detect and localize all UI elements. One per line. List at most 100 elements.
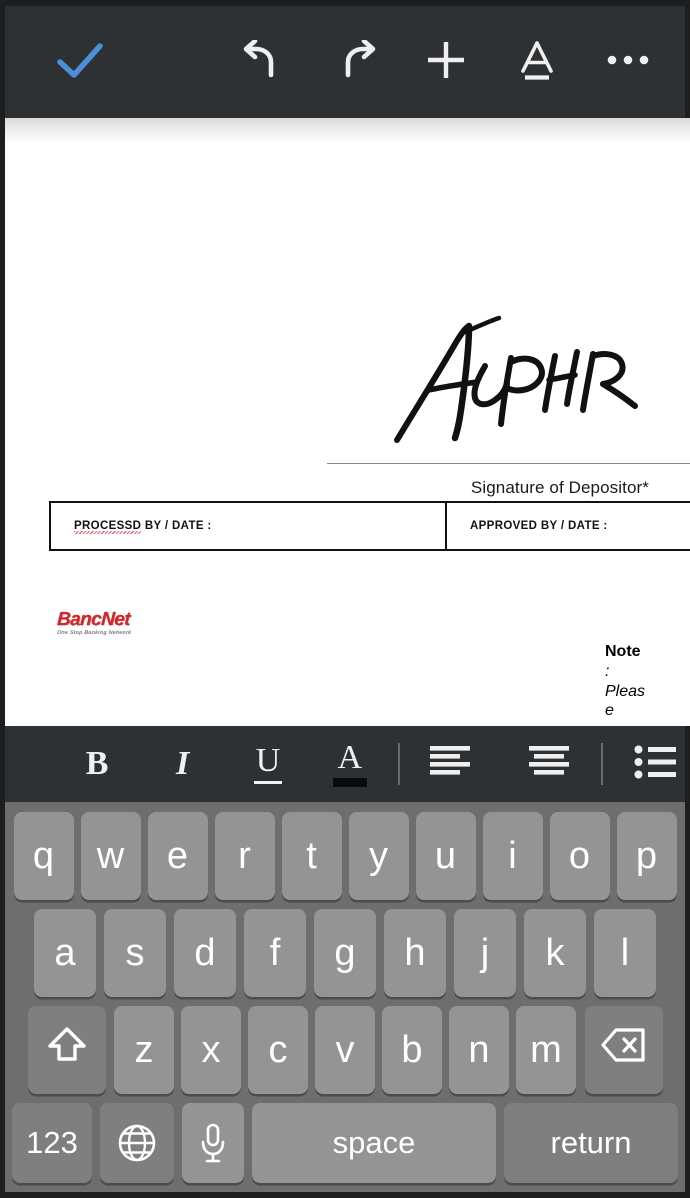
overflow-menu-icon [606,53,650,72]
shift-arrow-icon [46,1024,88,1076]
key-d[interactable]: d [174,909,236,997]
processing-table: PROCESSD BY / DATE : APPROVED BY / DATE … [49,501,690,551]
italic-button[interactable]: I [153,734,212,794]
underline-icon: U [255,741,281,779]
signature-rule-line [327,463,690,464]
approved-by-prefix: APPROVED [470,520,538,532]
backspace-delete-icon [600,1027,647,1073]
redo-icon [333,38,377,85]
key-w[interactable]: w [80,812,141,900]
key-z[interactable]: z [114,1006,174,1094]
key-y[interactable]: y [348,812,409,900]
depositor-signature [377,314,657,464]
key-a[interactable]: a [34,909,96,997]
key-g[interactable]: g [314,909,376,997]
language-key[interactable] [100,1103,174,1183]
redo-button[interactable] [324,31,386,93]
return-key[interactable]: return [504,1103,678,1183]
toolbar-divider-2 [601,743,604,785]
undo-icon [242,38,286,85]
key-h[interactable]: h [384,909,446,997]
app-screen: Signature of Depositor* PROCESSD BY / DA… [0,0,690,1198]
note-title: Note [605,643,641,660]
key-v[interactable]: v [315,1006,375,1094]
align-center-button[interactable] [520,734,579,794]
key-x[interactable]: x [181,1006,241,1094]
plus-icon [424,38,468,87]
key-b[interactable]: b [382,1006,442,1094]
key-l[interactable]: l [594,909,656,997]
key-j[interactable]: j [454,909,516,997]
bancnet-logo: BancNet One Stop Banking Network [56,609,153,642]
align-left-button[interactable] [421,734,480,794]
key-q[interactable]: q [13,812,74,900]
text-format-A-icon [517,38,557,87]
key-f[interactable]: f [244,909,306,997]
on-screen-keyboard: q w e r t y u i o p a s d f g h j k l z … [0,802,690,1198]
align-left-icon [428,744,472,785]
toolbar-drop-shadow [5,118,690,144]
top-toolbar [0,0,690,118]
bulleted-list-icon [634,745,678,784]
misspelled-word-processd: PROCESSD [74,520,142,536]
numbers-key[interactable]: 123 [12,1103,92,1183]
bancnet-tagline: One Stop Banking Network [56,630,132,636]
dictation-key[interactable] [182,1103,244,1183]
globe-language-icon [116,1122,158,1164]
align-center-icon [527,744,571,785]
document-page: Signature of Depositor* PROCESSD BY / DA… [5,118,690,726]
space-key[interactable]: space [252,1103,496,1183]
processed-by-label: PROCESSD BY / DATE : [74,520,212,536]
text-color-A-icon: A [337,739,363,776]
processed-by-suffix: BY / DATE : [141,520,212,532]
backspace-key[interactable] [584,1006,663,1094]
note-line-0: Pleas [605,682,646,700]
key-i[interactable]: i [482,812,543,900]
key-u[interactable]: u [415,812,476,900]
note-block[interactable]: Note : Pleas e pres ent 1 Valid ID with … [605,642,655,726]
document-viewport[interactable]: Signature of Depositor* PROCESSD BY / DA… [0,118,690,726]
note-line-1: e [605,702,614,720]
key-s[interactable]: s [104,909,166,997]
note-colon: : [605,662,610,680]
bold-icon: B [85,745,109,782]
approved-by-label: APPROVED BY / DATE : [470,520,608,532]
key-c[interactable]: c [248,1006,308,1094]
underline-button[interactable]: U [239,734,298,794]
table-cell-processed-by[interactable]: PROCESSD BY / DATE : [51,503,447,549]
key-m[interactable]: m [516,1006,576,1094]
microphone-icon [198,1122,228,1164]
key-n[interactable]: n [449,1006,509,1094]
key-t[interactable]: t [281,812,342,900]
top-toolbar-right-group [155,31,685,93]
top-toolbar-left-group [5,31,155,93]
keyboard-row-4: 123 space return [5,1103,685,1183]
formatting-toolbar: B I U A [0,726,690,802]
key-e[interactable]: e [147,812,208,900]
key-p[interactable]: p [616,812,677,900]
bancnet-wordmark: BancNet [56,609,131,630]
key-o[interactable]: o [549,812,610,900]
approved-by-suffix: BY / DATE : [537,520,608,532]
keyboard-row-3: z x c v b n m [5,1006,685,1094]
key-k[interactable]: k [524,909,586,997]
italic-icon: I [175,745,190,782]
toolbar-divider-1 [398,743,401,785]
text-color-button[interactable]: A [320,734,379,794]
bold-button[interactable]: B [68,734,127,794]
bulleted-list-button[interactable] [626,734,685,794]
check-icon [57,42,103,82]
text-format-button[interactable] [506,31,568,93]
add-button[interactable] [415,31,477,93]
shift-key[interactable] [27,1006,106,1094]
table-cell-approved-by[interactable]: APPROVED BY / DATE : [447,503,690,549]
keyboard-row-1: q w e r t y u i o p [5,812,685,900]
text-color-swatch [332,778,367,787]
undo-button[interactable] [233,31,295,93]
keyboard-row-2: a s d f g h j k l [5,909,685,997]
done-button[interactable] [49,31,111,93]
key-r[interactable]: r [214,812,275,900]
underline-rule [254,780,283,785]
signature-label: Signature of Depositor* [470,478,649,497]
more-options-button[interactable] [597,31,659,93]
